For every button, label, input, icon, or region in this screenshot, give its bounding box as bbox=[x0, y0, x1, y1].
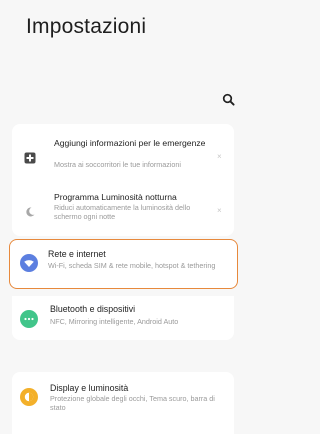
suggestion-title: Aggiungi informazioni per le emergenze bbox=[54, 138, 206, 148]
settings-item-subtitle: NFC, Mirroring intelligente, Android Aut… bbox=[50, 317, 179, 326]
suggestion-subtitle: Mostra ai soccorritori le tue informazio… bbox=[54, 160, 182, 169]
settings-item-subtitle: Wi-Fi, scheda SIM & rete mobile, hotspot… bbox=[48, 261, 216, 270]
settings-item-title: Display e luminosità bbox=[50, 383, 129, 393]
suggestion-subtitle: Riduci automaticamente la luminosità del… bbox=[54, 203, 191, 221]
suggestion-emergency-info[interactable]: Aggiungi informazioni per le emergenze M… bbox=[12, 138, 234, 186]
settings-item-bluetooth[interactable]: Bluetooth e dispositivi NFC, Mirroring i… bbox=[12, 296, 234, 340]
search-button[interactable] bbox=[221, 92, 237, 108]
display-brightness-icon bbox=[24, 392, 34, 402]
search-icon bbox=[222, 93, 235, 106]
connected-devices-icon bbox=[24, 317, 34, 321]
settings-screen: Impostazioni Aggiungi informazioni per l… bbox=[0, 0, 241, 434]
suggestion-title: Programma Luminosità notturna bbox=[54, 192, 177, 202]
night-light-moon-icon bbox=[26, 207, 35, 217]
settings-item-network[interactable]: Rete e internet Wi-Fi, scheda SIM & rete… bbox=[9, 239, 238, 289]
bluetooth-icon-badge bbox=[20, 310, 38, 328]
settings-item-display[interactable]: Display e luminosità Protezione globale … bbox=[12, 372, 234, 434]
page-title: Impostazioni bbox=[26, 15, 147, 38]
network-icon-badge bbox=[20, 254, 38, 272]
emergency-plus-icon bbox=[24, 152, 36, 164]
settings-item-title: Rete e internet bbox=[48, 249, 106, 259]
wifi-icon bbox=[24, 260, 34, 267]
dismiss-button[interactable]: × bbox=[217, 152, 222, 162]
suggestions-card: Aggiungi informazioni per le emergenze M… bbox=[12, 124, 234, 236]
settings-item-title: Bluetooth e dispositivi bbox=[50, 304, 136, 314]
suggestion-night-light[interactable]: Programma Luminosità notturna Riduci aut… bbox=[12, 192, 234, 240]
display-icon-badge bbox=[20, 388, 38, 406]
dismiss-button[interactable]: × bbox=[217, 206, 222, 216]
settings-item-subtitle: Protezione globale degli occhi, Tema scu… bbox=[50, 394, 215, 412]
